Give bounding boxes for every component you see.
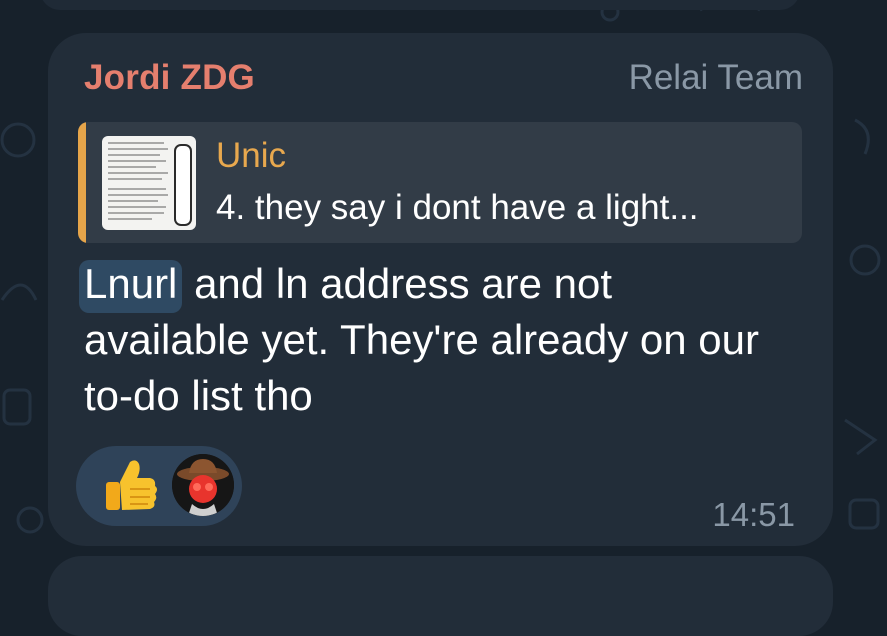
- phone-icon: [174, 144, 192, 226]
- next-message-bubble: [48, 556, 833, 636]
- reaction-chip[interactable]: [76, 446, 242, 526]
- reply-text: 4. they say i dont have a light...: [216, 188, 699, 227]
- thumbs-up-icon: [106, 460, 157, 510]
- reply-author: Unic: [216, 136, 287, 175]
- cowboy-icon: [172, 454, 234, 516]
- cowboy-avatar[interactable]: [172, 454, 234, 516]
- message-text: Lnurl and ln address are not available y…: [79, 256, 784, 424]
- reply-thumbnail: [102, 136, 196, 230]
- highlighted-word[interactable]: Lnurl: [79, 260, 183, 313]
- message-text-rest: and ln address are not available yet. Th…: [84, 260, 759, 419]
- reply-preview[interactable]: Unic 4. they say i dont have a light...: [78, 122, 802, 243]
- sender-role-badge: Relai Team: [628, 58, 803, 97]
- sender-name[interactable]: Jordi ZDG: [84, 58, 255, 98]
- previous-message-bubble: [40, 0, 800, 10]
- reply-accent-bar: [78, 122, 86, 243]
- message-timestamp: 14:51: [712, 496, 795, 533]
